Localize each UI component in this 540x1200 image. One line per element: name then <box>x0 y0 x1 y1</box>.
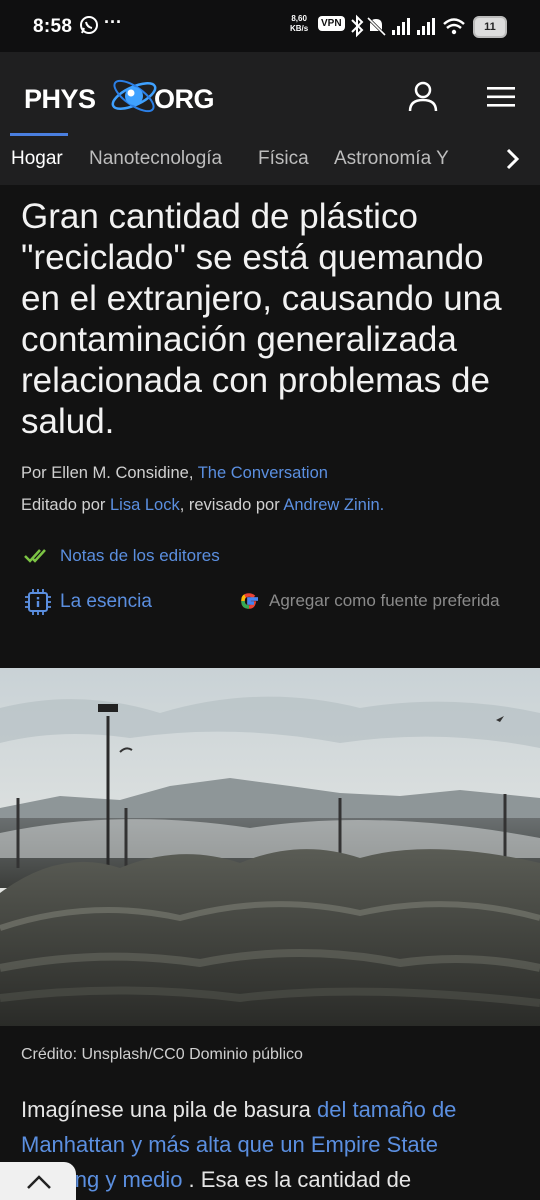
article-image[interactable] <box>0 668 540 1026</box>
body-text-end: . Esa es la cantidad de <box>182 1167 412 1192</box>
nav-item-hogar[interactable]: Hogar <box>11 148 63 170</box>
reviewer-link[interactable]: Andrew Zinin. <box>283 496 384 514</box>
atom-logo-icon <box>111 79 157 113</box>
gist-label: La esencia <box>60 591 152 612</box>
wifi-icon <box>443 18 465 35</box>
chip-icon <box>25 589 51 615</box>
hamburger-menu-icon[interactable] <box>484 80 518 114</box>
status-icons <box>351 14 465 38</box>
status-bar: 8:58 ··· 8,60 KB/s VPN 11 <box>0 0 540 52</box>
edited-prefix: Editado por <box>21 496 106 514</box>
image-credit: Crédito: Unsplash/CC0 Dominio público <box>21 1046 303 1063</box>
logo-text-org: ORG <box>154 84 215 114</box>
byline: Por Ellen M. Considine, The Conversation <box>21 464 328 483</box>
site-header: PHYS ORG <box>0 52 540 133</box>
battery-icon: 11 <box>473 16 507 38</box>
scroll-to-top-button[interactable] <box>0 1162 76 1200</box>
site-logo[interactable]: PHYS ORG <box>24 76 229 116</box>
chevron-up-icon <box>27 1175 51 1189</box>
landfill-photo <box>0 668 540 1026</box>
mute-icon <box>366 16 387 37</box>
signal-icon <box>392 18 410 35</box>
body-text-start: Imagínese una pila de basura <box>21 1097 317 1122</box>
status-time: 8:58 <box>33 16 73 37</box>
byline-author: Por Ellen M. Considine, <box>21 464 194 482</box>
edited-by: Editado por Lisa Lock, revisado por Andr… <box>21 496 384 515</box>
reviewed-prefix: , revisado por <box>179 496 280 514</box>
nav-scroll: Hogar Nanotecnología Física Astronomía Y <box>0 133 466 185</box>
nav-item-nanotecnologia[interactable]: Nanotecnología <box>89 148 222 170</box>
more-notifications-icon: ··· <box>104 12 122 32</box>
chevron-right-icon[interactable] <box>498 145 526 173</box>
net-speed: 8,60 KB/s <box>290 14 308 34</box>
article-body: Imagínese una pila de basura del tamaño … <box>21 1092 521 1197</box>
byline-source-link[interactable]: The Conversation <box>198 464 328 482</box>
category-nav: Hogar Nanotecnología Física Astronomía Y <box>0 133 540 185</box>
google-icon <box>241 593 258 609</box>
editors-notes-label: Notas de los editores <box>60 546 220 565</box>
signal-icon-2 <box>417 18 435 35</box>
bluetooth-icon <box>351 14 364 38</box>
double-check-icon <box>24 549 46 563</box>
logo-text-phys: PHYS <box>24 84 96 114</box>
article-title: Gran cantidad de plástico "reciclado" se… <box>21 197 502 441</box>
net-speed-value: 8,60 <box>291 14 307 23</box>
whatsapp-icon <box>80 16 98 34</box>
net-speed-unit: KB/s <box>290 24 309 33</box>
editor-link[interactable]: Lisa Lock <box>110 496 180 514</box>
nav-item-astronomia[interactable]: Astronomía Y <box>334 148 449 170</box>
vpn-badge: VPN <box>318 16 345 31</box>
nav-item-fisica[interactable]: Física <box>258 148 309 170</box>
google-preferred-source-label: Agregar como fuente preferida <box>269 591 500 610</box>
user-icon[interactable] <box>404 78 442 116</box>
